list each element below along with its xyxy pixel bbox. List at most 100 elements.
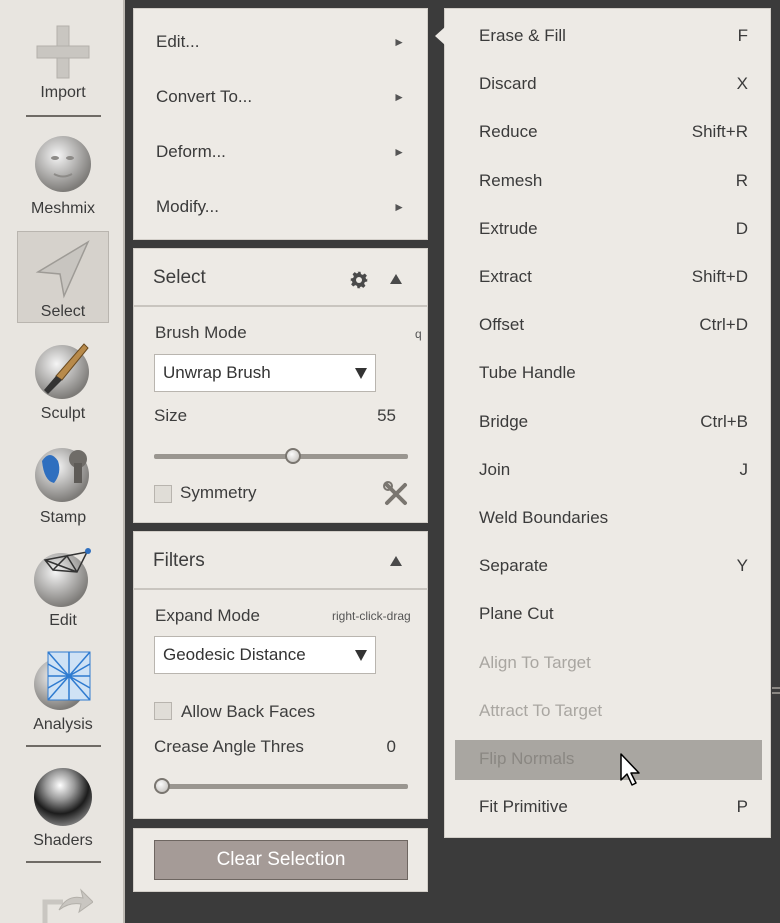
wrench-icon[interactable] bbox=[383, 481, 409, 507]
allow-back-faces-checkbox[interactable] bbox=[154, 702, 172, 720]
plus-icon bbox=[36, 25, 90, 79]
crease-angle-slider-track[interactable] bbox=[154, 784, 408, 789]
menu-item-modify-label: Modify... bbox=[156, 197, 219, 216]
size-label: Size bbox=[154, 406, 188, 425]
toolbar-divider bbox=[26, 861, 101, 863]
submenu-item: Attract To Target bbox=[455, 692, 762, 732]
tool-sculpt-label: Sculpt bbox=[40, 405, 86, 422]
submenu-item-label: Plane Cut bbox=[479, 604, 554, 624]
submenu-item-label: Reduce bbox=[479, 122, 538, 142]
brush-sphere-icon bbox=[35, 343, 89, 399]
left-toolbar: Import Meshmix Select Sculpt Stamp Edit … bbox=[0, 0, 125, 923]
submenu-item-label: Fit Primitive bbox=[479, 797, 568, 817]
submenu-item[interactable]: Tube Handle bbox=[455, 354, 762, 394]
menu-item-deform-label: Deform... bbox=[156, 142, 226, 161]
submenu-item[interactable]: Discard X bbox=[455, 65, 762, 105]
face-sphere-icon bbox=[35, 136, 91, 192]
submenu-item-label: Offset bbox=[479, 315, 525, 335]
menu-item-edit[interactable]: Edit... ► bbox=[156, 27, 405, 57]
brush-mode-dropdown[interactable]: Unwrap Brush bbox=[154, 354, 376, 392]
submenu-item[interactable]: Plane Cut bbox=[455, 595, 762, 635]
submenu-item-shortcut: F bbox=[737, 26, 748, 45]
submenu-item-label: Extract bbox=[479, 267, 532, 286]
tool-import[interactable]: Import bbox=[17, 18, 109, 108]
toolbar-divider bbox=[26, 115, 101, 117]
size-slider-track[interactable] bbox=[154, 454, 408, 459]
menu-item-modify[interactable]: Modify... ► bbox=[156, 192, 405, 222]
tool-analysis-label: Analysis bbox=[33, 716, 93, 733]
submenu-item-shortcut: R bbox=[735, 170, 748, 190]
submenu-item-shortcut: J bbox=[739, 459, 749, 479]
submenu-arrow-icon: ► bbox=[393, 145, 405, 159]
clear-selection-button[interactable]: Clear Selection bbox=[154, 840, 408, 880]
submenu-item-shortcut: D bbox=[735, 218, 748, 238]
tool-export[interactable] bbox=[17, 880, 109, 923]
submenu-item-shortcut: P bbox=[736, 797, 748, 817]
select-arrow-icon bbox=[35, 240, 90, 299]
gear-icon[interactable] bbox=[350, 271, 368, 289]
submenu-item[interactable]: Remesh R bbox=[455, 162, 762, 202]
toolbar-divider bbox=[26, 745, 101, 747]
edit-submenu: Erase & Fill F Discard X Reduce Shift+R Remesh… bbox=[435, 8, 771, 838]
submenu-item[interactable]: Reduce Shift+R bbox=[455, 113, 762, 153]
allow-back-faces-label: Allow Back Faces bbox=[181, 702, 316, 721]
menu-item-deform[interactable]: Deform... ► bbox=[156, 137, 405, 167]
submenu-arrow-icon: ► bbox=[393, 200, 405, 214]
crease-angle-slider-handle[interactable] bbox=[154, 778, 170, 794]
dropdown-arrow-icon bbox=[355, 650, 367, 661]
expand-mode-dropdown[interactable]: Geodesic Distance bbox=[154, 636, 376, 674]
clear-selection-panel: Clear Selection bbox=[133, 828, 428, 892]
analysis-mesh-icon bbox=[34, 651, 91, 710]
submenu-item-label: Erase & Fill bbox=[479, 26, 566, 45]
submenu-item-shortcut: X bbox=[736, 74, 748, 94]
tool-select-label: Select bbox=[40, 303, 86, 320]
stamp-icon bbox=[35, 448, 89, 502]
symmetry-label: Symmetry bbox=[180, 483, 257, 502]
menu-item-convert[interactable]: Convert To... ► bbox=[156, 82, 405, 112]
symmetry-checkbox[interactable] bbox=[154, 485, 172, 503]
submenu-item-shortcut: Ctrl+B bbox=[700, 411, 748, 431]
submenu-item[interactable]: Join J bbox=[455, 451, 762, 491]
submenu-item[interactable]: Fit Primitive P bbox=[455, 788, 762, 828]
submenu-item-label: Separate bbox=[479, 556, 548, 576]
tool-meshmix[interactable]: Meshmix bbox=[17, 130, 109, 222]
submenu-item: Align To Target bbox=[455, 644, 762, 684]
size-value: 55 bbox=[377, 406, 396, 425]
filters-panel-header: Filters bbox=[134, 532, 427, 590]
submenu-item[interactable]: Erase & Fill F bbox=[455, 17, 762, 57]
brush-mode-hotkey: q bbox=[415, 327, 422, 341]
tool-sculpt[interactable]: Sculpt bbox=[17, 340, 109, 430]
tool-shaders-label: Shaders bbox=[33, 832, 93, 849]
submenu-item[interactable]: Extract Shift+D bbox=[455, 258, 762, 298]
submenu-item[interactable]: Flip Normals bbox=[455, 740, 762, 780]
crease-angle-label: Crease Angle Thres bbox=[154, 737, 304, 756]
filters-panel-title: Filters bbox=[153, 550, 205, 571]
export-arrow-icon bbox=[42, 888, 93, 923]
tool-import-label: Import bbox=[40, 84, 86, 101]
submenu-item[interactable]: Bridge Ctrl+B bbox=[455, 403, 762, 443]
tool-shaders[interactable]: Shaders bbox=[17, 762, 109, 854]
tool-edit[interactable]: Edit bbox=[17, 546, 109, 636]
submenu-item[interactable]: Weld Boundaries bbox=[455, 499, 762, 539]
submenu-item[interactable]: Separate Y bbox=[455, 547, 762, 587]
actions-menu-panel: Edit... ► Convert To... ► Deform... ► Mo… bbox=[133, 8, 428, 240]
mesh-sphere-icon bbox=[34, 548, 91, 607]
collapse-icon[interactable] bbox=[390, 274, 402, 284]
brush-mode-value: Unwrap Brush bbox=[163, 363, 271, 382]
brush-mode-label: Brush Mode bbox=[155, 323, 247, 342]
menu-item-edit-label: Edit... bbox=[156, 32, 200, 51]
crease-angle-value: 0 bbox=[386, 737, 396, 756]
submenu-item-shortcut: Shift+D bbox=[691, 267, 748, 286]
submenu-item[interactable]: Extrude D bbox=[455, 210, 762, 250]
canvas-edge-mark bbox=[772, 692, 780, 694]
submenu-item-label: Weld Boundaries bbox=[479, 508, 609, 527]
tool-select[interactable]: Select bbox=[17, 231, 109, 323]
tool-analysis[interactable]: Analysis bbox=[17, 650, 109, 740]
mouse-cursor-icon bbox=[620, 753, 640, 786]
submenu-item[interactable]: Offset Ctrl+D bbox=[455, 306, 762, 346]
tool-stamp[interactable]: Stamp bbox=[17, 443, 109, 533]
submenu-item-label: Attract To Target bbox=[479, 700, 603, 720]
menu-item-convert-label: Convert To... bbox=[156, 87, 253, 106]
collapse-icon[interactable] bbox=[390, 556, 402, 566]
size-slider-handle[interactable] bbox=[284, 448, 301, 464]
